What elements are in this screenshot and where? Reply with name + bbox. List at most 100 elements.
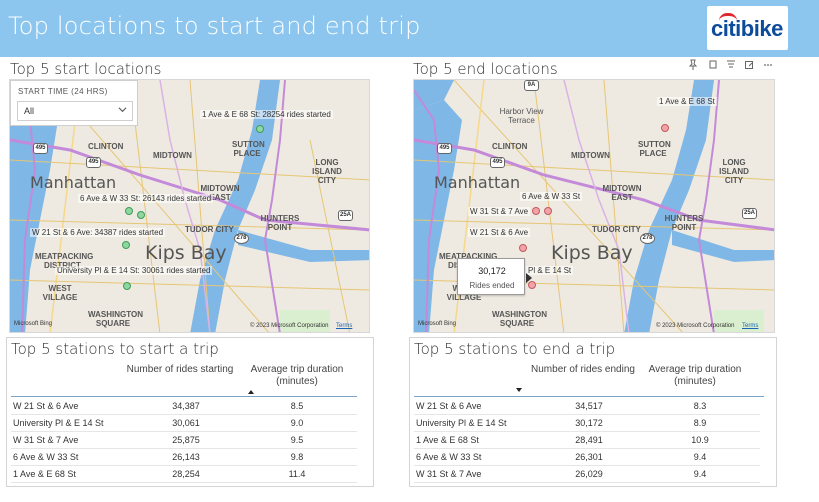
tooltip-label: Rides ended <box>469 281 515 290</box>
duration-cell: 10.9 <box>691 435 709 445</box>
place-clinton: CLINTON <box>88 142 124 151</box>
slicer-dropdown[interactable]: All <box>17 101 133 121</box>
station-cell: 6 Ave & W 33 St <box>13 452 79 462</box>
map-copyright: © 2023 Microsoft Corporation <box>250 323 329 329</box>
place-clinton: CLINTON <box>492 142 528 151</box>
end-label-6ave-w33: 6 Ave & W 33 St <box>520 192 583 201</box>
rides-cell: 26,029 <box>575 469 603 479</box>
slicer-value: All <box>24 106 35 116</box>
end-table-title: Top 5 stations to end a trip <box>414 340 616 358</box>
place-midtown-east: MIDTOWN EAST <box>602 184 642 202</box>
place-long-island-city: LONG ISLAND CITY <box>312 158 342 185</box>
table-row[interactable]: W 21 St & 6 Ave 34,387 8.5 <box>11 398 357 415</box>
end-dot-6ave-w33[interactable] <box>532 207 540 215</box>
chevron-down-icon <box>118 107 127 113</box>
place-tudor-city: TUDOR CITY <box>185 225 234 234</box>
bing-logo: Microsoft Bing <box>418 321 457 327</box>
start-stations-table: Top 5 stations to start a trip Number of… <box>6 337 374 487</box>
start-label-university-pl: University Pl & E 14 St: 30061 rides sta… <box>55 266 213 275</box>
station-cell: University Pl & E 14 St <box>416 418 507 428</box>
start-dot-w21-6ave[interactable] <box>122 241 130 249</box>
duration-cell: 8.3 <box>693 401 707 411</box>
focus-icon[interactable] <box>744 59 754 71</box>
tooltip-value: 30,172 <box>478 266 506 276</box>
route-shield-icon: 25A <box>338 210 353 221</box>
map-terms-link[interactable]: Terms <box>336 323 352 329</box>
col-rides-starting[interactable]: Number of rides starting <box>115 364 245 376</box>
start-dot-1ave-e68[interactable] <box>256 125 264 133</box>
report-header: Top locations to start and end trip citi… <box>0 0 819 57</box>
bing-logo: Microsoft Bing <box>14 321 53 327</box>
rides-cell: 28,254 <box>172 469 200 479</box>
start-time-slicer[interactable]: START TIME (24 HRS) All <box>10 80 138 126</box>
table-row[interactable]: W 21 St & 6 Ave 34,517 8.3 <box>414 398 760 415</box>
place-washington-square: WASHINGTON SQUARE <box>88 310 143 328</box>
table-row[interactable]: 6 Ave & W 33 St 26,301 9.4 <box>414 449 760 466</box>
visual-header-icons <box>688 59 778 73</box>
copy-icon[interactable] <box>708 59 718 71</box>
start-dot-university-pl[interactable] <box>123 282 131 290</box>
sort-descending-icon[interactable] <box>516 388 522 392</box>
route-shield-icon: 25A <box>742 208 757 219</box>
end-label-1ave-e68: 1 Ave & E 68 St <box>657 97 717 106</box>
table-row[interactable]: University Pl & E 14 St 30,172 8.9 <box>414 415 760 432</box>
sort-ascending-icon[interactable] <box>248 390 254 394</box>
place-manhattan: Manhattan <box>30 173 117 192</box>
col-avg-duration[interactable]: Average trip duration (minutes) <box>645 364 745 388</box>
duration-cell: 8.5 <box>290 401 304 411</box>
rides-cell: 34,387 <box>172 401 200 411</box>
citibike-logo: citibike <box>707 6 788 50</box>
place-sutton-place: SUTTON PLACE <box>232 140 265 158</box>
station-cell: W 31 St & 7 Ave <box>13 435 79 445</box>
duration-cell: 9.0 <box>290 418 304 428</box>
end-stations-table: Top 5 stations to end a trip Number of r… <box>409 337 777 487</box>
slicer-label: START TIME (24 HRS) <box>18 87 108 96</box>
map-terms-link[interactable]: Terms <box>742 323 758 329</box>
station-cell: 1 Ave & E 68 St <box>416 435 479 445</box>
route-shield-icon: 495 <box>33 143 48 154</box>
table-row[interactable]: 1 Ave & E 68 St 28,254 11.4 <box>11 466 357 483</box>
place-long-island-city: LONG ISLAND CITY <box>719 158 749 185</box>
more-icon[interactable] <box>763 59 773 71</box>
duration-cell: 9.4 <box>693 452 707 462</box>
station-cell: W 21 St & 6 Ave <box>13 401 79 411</box>
place-tudor-city: TUDOR CITY <box>592 225 641 234</box>
rides-cell: 25,875 <box>172 435 200 445</box>
duration-cell: 9.5 <box>290 435 304 445</box>
duration-cell: 11.4 <box>288 469 306 479</box>
rides-cell: 30,061 <box>172 418 200 428</box>
end-label-university-pl: Pl & E 14 St <box>526 266 574 275</box>
place-hunters-point: HUNTERS POINT <box>664 214 704 232</box>
duration-cell: 9.8 <box>290 452 304 462</box>
table-row[interactable]: 6 Ave & W 33 St 26,143 9.8 <box>11 449 357 466</box>
col-rides-ending[interactable]: Number of rides ending <box>518 364 648 376</box>
end-map-title: Top 5 end locations <box>413 60 558 78</box>
table-row[interactable]: W 31 St & 7 Ave 26,029 9.4 <box>414 466 760 483</box>
end-dot-1ave-e68[interactable] <box>661 124 669 132</box>
duration-cell: 9.4 <box>693 469 707 479</box>
end-label-w21-6ave: W 21 St & 6 Ave <box>468 228 531 237</box>
start-label-1ave-e68: 1 Ave & E 68 St: 28254 rides started <box>200 110 333 119</box>
route-shield-icon: 9A <box>524 80 539 91</box>
start-dot-w31-7ave[interactable] <box>137 211 145 219</box>
start-table-title: Top 5 stations to start a trip <box>11 340 219 358</box>
station-cell: 6 Ave & W 33 St <box>416 452 482 462</box>
end-label-w31-7ave: W 31 St & 7 Ave <box>468 207 531 216</box>
rides-cell: 28,491 <box>575 435 603 445</box>
start-label-w21-6ave: W 21 St & 6 Ave: 34387 rides started <box>30 228 166 237</box>
pin-icon[interactable] <box>688 59 698 71</box>
start-dot-6ave-w33[interactable] <box>125 207 133 215</box>
station-cell: W 31 St & 7 Ave <box>416 469 482 479</box>
end-dot-w31-7ave[interactable] <box>544 207 552 215</box>
table-row[interactable]: 1 Ave & E 68 St 28,491 10.9 <box>414 432 760 449</box>
table-row[interactable]: W 31 St & 7 Ave 25,875 9.5 <box>11 432 357 449</box>
tooltip-pointer <box>526 273 532 283</box>
place-kips-bay: Kips Bay <box>145 242 227 264</box>
end-dot-w21-6ave[interactable] <box>519 244 527 252</box>
filter-icon[interactable] <box>726 59 736 71</box>
place-hunters-point: HUNTERS POINT <box>260 214 300 232</box>
col-avg-duration[interactable]: Average trip duration (minutes) <box>247 364 347 388</box>
route-shield-icon: 278 <box>234 233 249 244</box>
table-row[interactable]: University Pl & E 14 St 30,061 9.0 <box>11 415 357 432</box>
place-midtown: MIDTOWN <box>153 151 192 160</box>
